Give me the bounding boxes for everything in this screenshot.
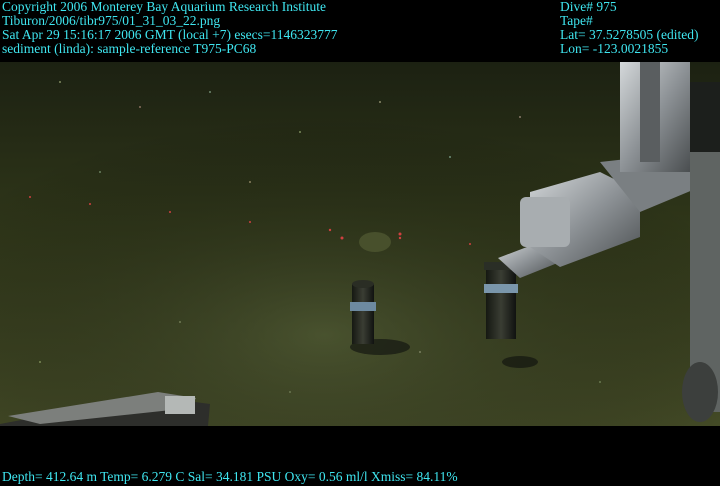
tape-number-text: Tape#	[560, 13, 593, 28]
telemetry-text: Depth= 412.64 m Temp= 6.279 C Sal= 34.18…	[2, 469, 458, 484]
longitude-text: Lon= -123.0021855	[560, 41, 669, 56]
annotation-text: sediment (linda): sample-reference T975-…	[2, 41, 257, 56]
datetime-text: Sat Apr 29 15:16:17 2006 GMT (local +7) …	[2, 27, 338, 42]
dive-number-text: Dive# 975	[560, 0, 617, 14]
video-frame: Copyright 2006 Monterey Bay Aquarium Res…	[0, 0, 720, 486]
copyright-text: Copyright 2006 Monterey Bay Aquarium Res…	[2, 0, 326, 14]
seafloor-scene	[0, 62, 720, 426]
sediment-clump	[359, 232, 391, 252]
latitude-text: Lat= 37.5278505 (edited)	[560, 27, 699, 42]
file-path-text: Tiburon/2006/tibr975/01_31_03_22.png	[2, 13, 221, 28]
